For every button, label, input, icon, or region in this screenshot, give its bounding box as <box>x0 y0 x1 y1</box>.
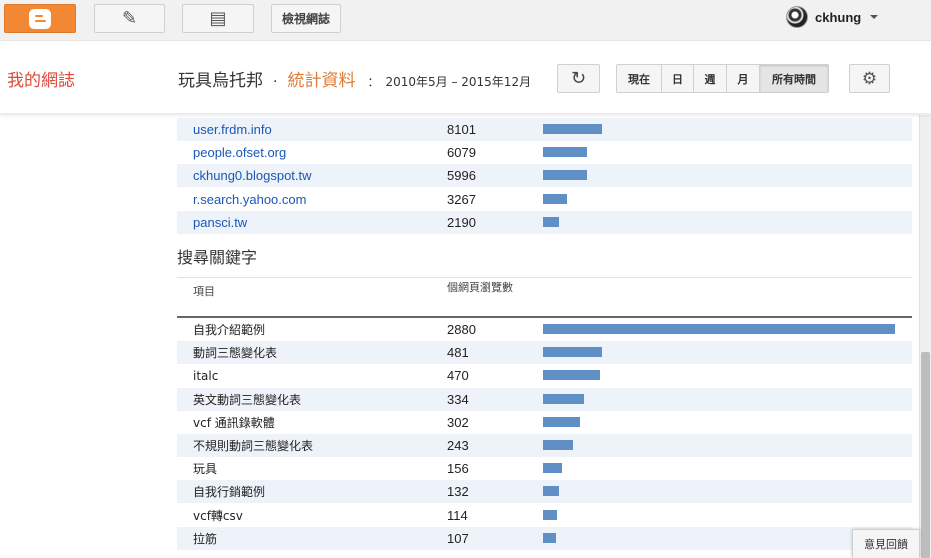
pageview-count: 107 <box>447 530 469 546</box>
pageview-bar <box>543 532 557 543</box>
table-row: 玩具 156 <box>177 457 912 480</box>
pageview-count: 8101 <box>447 122 476 137</box>
posts-button[interactable]: ▤ <box>182 4 254 33</box>
date-range: 2010年5月 – 2015年12月 <box>385 75 532 89</box>
table-row: user.frdm.info 8101 <box>177 118 912 141</box>
pageview-bar <box>543 440 573 450</box>
table-row: people.ofset.org 6079 <box>177 141 912 164</box>
time-range-selector: 現在 日 週 月 所有時間 <box>616 64 829 93</box>
table-row: ckhung0.blogspot.tw 5996 <box>177 164 912 188</box>
column-header-item: 項目 <box>193 285 215 298</box>
table-row: 自我介紹範例 2880 <box>177 318 912 341</box>
section-title: 搜尋關鍵字 <box>177 248 258 267</box>
pageview-count: 470 <box>447 368 469 384</box>
blogger-home-button[interactable] <box>4 4 76 33</box>
keyword-label: 自我介紹範例 <box>193 323 266 337</box>
stats-content: user.frdm.info 8101 people.ofset.org 6079 ck… <box>0 115 931 558</box>
table-row: vcf轉csv 114 <box>177 504 912 527</box>
breadcrumb-colon: ： <box>367 75 380 89</box>
referrer-link[interactable]: r.search.yahoo.com <box>193 192 306 207</box>
table-row: 自我行銷範例 132 <box>177 480 912 504</box>
top-bar: ✎ ▤ 檢視網誌 ckhung <box>0 0 931 41</box>
pageview-count: 481 <box>447 345 469 361</box>
settings-button[interactable]: ⚙ <box>849 64 890 93</box>
column-header-views: 個網頁瀏覽數 <box>447 281 513 294</box>
referrer-link[interactable]: ckhung0.blogspot.tw <box>193 168 312 183</box>
blogger-logo-icon <box>29 8 51 29</box>
breadcrumb-separator: · <box>273 74 278 90</box>
pageview-bar <box>543 124 602 134</box>
pageview-count: 156 <box>447 461 469 477</box>
table-row: vcf 通訊錄軟體 302 <box>177 411 912 434</box>
posts-list-icon: ▤ <box>209 7 227 29</box>
stats-header: 我的網誌 玩具烏托邦 · 統計資料 ： 2010年5月 – 2015年12月 ↻… <box>0 42 931 114</box>
breadcrumb: 玩具烏托邦 · 統計資料 ： 2010年5月 – 2015年12月 <box>178 66 531 91</box>
keyword-label: 自我行銷範例 <box>193 485 266 500</box>
divider <box>177 277 912 278</box>
table-row: 動詞三態變化表 481 <box>177 341 912 365</box>
table-row: 不規則動詞三態變化表 243 <box>177 434 912 457</box>
pageview-count: 114 <box>447 507 468 523</box>
pageview-count: 6079 <box>447 145 476 161</box>
pageview-bar <box>543 147 588 158</box>
pageview-count: 2880 <box>447 322 476 337</box>
view-blog-button[interactable]: 檢視網誌 <box>271 4 341 33</box>
pageview-count: 2190 <box>447 214 476 230</box>
range-week-button[interactable]: 週 <box>694 65 727 92</box>
page-title: 統計資料 <box>287 71 356 91</box>
range-all-time-button[interactable]: 所有時間 <box>760 65 828 92</box>
referrer-link[interactable]: people.ofset.org <box>193 145 286 160</box>
keyword-label: vcf轉csv <box>193 508 243 523</box>
pageview-count: 243 <box>447 438 469 453</box>
pencil-icon: ✎ <box>121 7 138 29</box>
gear-icon: ⚙ <box>861 68 878 89</box>
pageview-bar <box>543 170 587 181</box>
pageview-count: 302 <box>447 414 469 430</box>
table-row: 拉筋 107 <box>177 526 912 550</box>
pageview-bar <box>543 370 601 381</box>
refresh-button[interactable]: ↻ <box>557 64 600 93</box>
range-month-button[interactable]: 月 <box>727 65 760 92</box>
keyword-label: italc <box>193 368 219 383</box>
table-row: r.search.yahoo.com 3267 <box>177 188 912 211</box>
pageview-bar <box>543 216 559 227</box>
range-now-button[interactable]: 現在 <box>617 65 662 92</box>
pageview-count: 3267 <box>447 191 476 207</box>
chevron-down-icon <box>870 15 879 19</box>
table-row: pansci.tw 2190 <box>177 210 912 234</box>
referrer-link[interactable]: user.frdm.info <box>193 122 272 137</box>
keyword-label: 拉筋 <box>193 531 218 546</box>
keyword-label: 動詞三態變化表 <box>193 346 278 361</box>
keyword-label: 玩具 <box>193 462 218 477</box>
table-row: 英文動詞三態變化表 334 <box>177 387 912 411</box>
pageview-bar <box>543 347 602 358</box>
pageview-count: 132 <box>447 484 469 500</box>
pageview-bar <box>543 416 580 427</box>
pageview-bar <box>543 193 567 204</box>
user-avatar <box>786 6 808 28</box>
username: ckhung <box>815 9 862 25</box>
refresh-icon: ↻ <box>570 68 587 89</box>
keyword-label: vcf 通訊錄軟體 <box>193 415 275 430</box>
keyword-label: 英文動詞三態變化表 <box>193 392 302 407</box>
pageview-bar <box>543 393 584 404</box>
blog-title[interactable]: 玩具烏托邦 <box>178 66 263 91</box>
pageview-bar <box>543 486 560 497</box>
new-post-button[interactable]: ✎ <box>94 4 165 33</box>
scrollbar-thumb[interactable] <box>921 352 930 558</box>
account-menu[interactable]: ckhung <box>786 6 879 28</box>
range-day-button[interactable]: 日 <box>662 65 694 92</box>
pageview-bar <box>543 463 563 474</box>
table-row: italc 470 <box>177 364 912 387</box>
pageview-bar <box>543 509 557 520</box>
pageview-bar <box>543 324 895 334</box>
pageview-count: 5996 <box>447 168 476 184</box>
pageview-count: 334 <box>447 391 469 407</box>
feedback-button[interactable]: 意見回饋 <box>852 529 920 558</box>
referrer-link[interactable]: pansci.tw <box>193 215 247 230</box>
keyword-label: 不規則動詞三態變化表 <box>193 439 314 453</box>
my-blogs-link[interactable]: 我的網誌 <box>7 66 75 91</box>
